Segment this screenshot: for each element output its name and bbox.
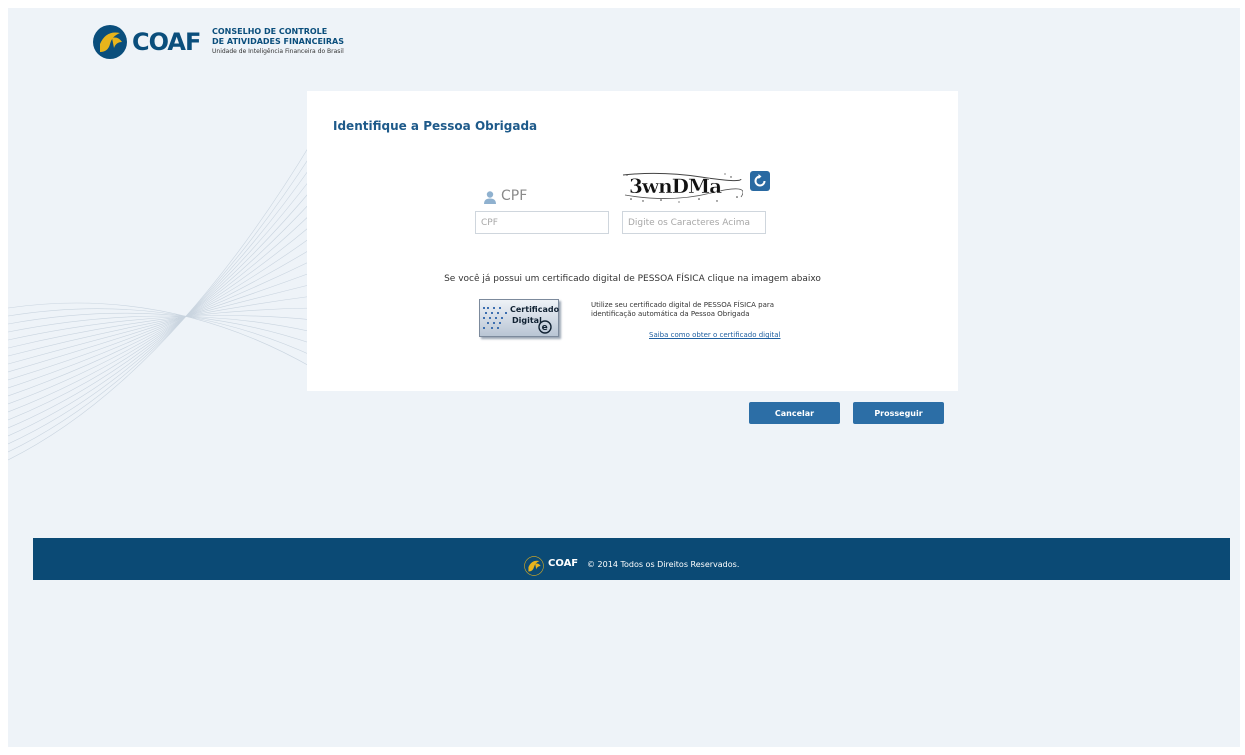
org-name-line2: DE ATIVIDADES FINANCEIRAS [212,37,344,46]
org-name-line1: CONSELHO DE CONTROLE [212,27,328,36]
captcha-image: 3wnDMa [621,169,743,205]
coaf-logo-icon [93,25,127,59]
proceed-button[interactable]: Prosseguir [853,402,944,424]
cpf-input[interactable] [475,211,609,234]
footer-logo-text: COAF [548,558,579,569]
decorative-lines [8,139,314,461]
certificate-hint: Se você já possui um certificado digital… [444,274,821,284]
org-name: CONSELHO DE CONTROLE DE ATIVIDADES FINAN… [212,27,372,56]
page-title: Identifique a Pessoa Obrigada [333,119,538,133]
user-icon [484,191,496,204]
logo-wordmark: COAF [132,28,201,56]
digital-certificate-button[interactable]: Certificado Digital e [479,299,559,337]
binary-pattern-icon [483,307,507,329]
coaf-footer-logo-icon [524,556,544,576]
certificate-button-label-line1: Certificado [510,305,560,314]
cancel-button[interactable]: Cancelar [749,402,840,424]
e-symbol-icon: e [538,320,552,334]
site-footer: COAF © 2014 Todos os Direitos Reservados… [33,538,1230,580]
refresh-captcha-button[interactable] [750,171,770,191]
svg-text:e: e [542,323,548,333]
certificate-info-link[interactable]: Saiba como obter o certificado digital [649,331,780,339]
footer-copyright: © 2014 Todos os Direitos Reservados. [587,560,740,569]
captcha-text: 3wnDMa [629,174,722,198]
certificate-description: Utilize seu certificado digital de PESSO… [591,301,775,318]
org-subtitle: Unidade de Inteligência Financeira do Br… [212,48,344,55]
captcha-input[interactable] [622,211,766,234]
refresh-icon [754,174,766,187]
cpf-label-text: CPF [501,188,528,204]
identification-card: Identifique a Pessoa Obrigada CPF 3wnDMa… [307,91,958,391]
